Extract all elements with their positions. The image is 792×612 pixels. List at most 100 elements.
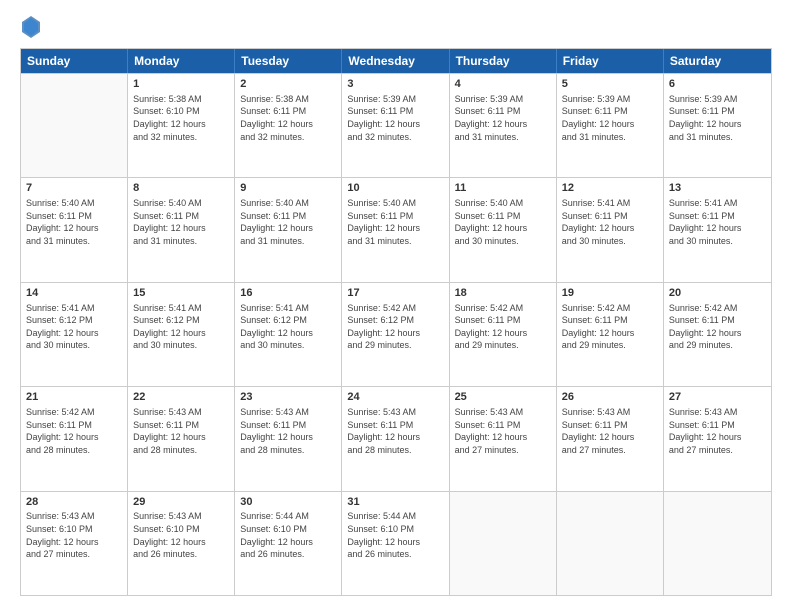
cal-cell-14: 14Sunrise: 5:41 AMSunset: 6:12 PMDayligh…	[21, 283, 128, 386]
day-number: 25	[455, 390, 551, 405]
cal-cell-15: 15Sunrise: 5:41 AMSunset: 6:12 PMDayligh…	[128, 283, 235, 386]
header-day-friday: Friday	[557, 49, 664, 73]
header-day-saturday: Saturday	[664, 49, 771, 73]
day-info: Sunrise: 5:41 AMSunset: 6:11 PMDaylight:…	[562, 197, 658, 247]
day-info: Sunrise: 5:43 AMSunset: 6:10 PMDaylight:…	[26, 510, 122, 560]
cal-cell-21: 21Sunrise: 5:42 AMSunset: 6:11 PMDayligh…	[21, 387, 128, 490]
cal-cell-7: 7Sunrise: 5:40 AMSunset: 6:11 PMDaylight…	[21, 178, 128, 281]
cal-cell-6: 6Sunrise: 5:39 AMSunset: 6:11 PMDaylight…	[664, 74, 771, 177]
cal-cell-2: 2Sunrise: 5:38 AMSunset: 6:11 PMDaylight…	[235, 74, 342, 177]
day-number: 30	[240, 495, 336, 510]
day-info: Sunrise: 5:42 AMSunset: 6:11 PMDaylight:…	[669, 302, 766, 352]
day-number: 21	[26, 390, 122, 405]
cal-cell-26: 26Sunrise: 5:43 AMSunset: 6:11 PMDayligh…	[557, 387, 664, 490]
week-row-4: 21Sunrise: 5:42 AMSunset: 6:11 PMDayligh…	[21, 386, 771, 490]
cal-cell-8: 8Sunrise: 5:40 AMSunset: 6:11 PMDaylight…	[128, 178, 235, 281]
cal-cell-13: 13Sunrise: 5:41 AMSunset: 6:11 PMDayligh…	[664, 178, 771, 281]
day-info: Sunrise: 5:39 AMSunset: 6:11 PMDaylight:…	[562, 93, 658, 143]
day-number: 13	[669, 181, 766, 196]
day-number: 19	[562, 286, 658, 301]
day-number: 11	[455, 181, 551, 196]
day-info: Sunrise: 5:43 AMSunset: 6:11 PMDaylight:…	[669, 406, 766, 456]
day-info: Sunrise: 5:41 AMSunset: 6:12 PMDaylight:…	[133, 302, 229, 352]
cal-cell-28: 28Sunrise: 5:43 AMSunset: 6:10 PMDayligh…	[21, 492, 128, 595]
day-info: Sunrise: 5:43 AMSunset: 6:10 PMDaylight:…	[133, 510, 229, 560]
week-row-2: 7Sunrise: 5:40 AMSunset: 6:11 PMDaylight…	[21, 177, 771, 281]
day-number: 26	[562, 390, 658, 405]
cal-cell-18: 18Sunrise: 5:42 AMSunset: 6:11 PMDayligh…	[450, 283, 557, 386]
week-row-3: 14Sunrise: 5:41 AMSunset: 6:12 PMDayligh…	[21, 282, 771, 386]
day-info: Sunrise: 5:38 AMSunset: 6:10 PMDaylight:…	[133, 93, 229, 143]
cal-cell-22: 22Sunrise: 5:43 AMSunset: 6:11 PMDayligh…	[128, 387, 235, 490]
cal-cell-4: 4Sunrise: 5:39 AMSunset: 6:11 PMDaylight…	[450, 74, 557, 177]
day-info: Sunrise: 5:38 AMSunset: 6:11 PMDaylight:…	[240, 93, 336, 143]
day-info: Sunrise: 5:44 AMSunset: 6:10 PMDaylight:…	[240, 510, 336, 560]
day-info: Sunrise: 5:39 AMSunset: 6:11 PMDaylight:…	[455, 93, 551, 143]
cal-cell-empty-0	[21, 74, 128, 177]
day-number: 20	[669, 286, 766, 301]
day-number: 3	[347, 77, 443, 92]
cal-cell-25: 25Sunrise: 5:43 AMSunset: 6:11 PMDayligh…	[450, 387, 557, 490]
day-number: 1	[133, 77, 229, 92]
day-number: 18	[455, 286, 551, 301]
day-number: 2	[240, 77, 336, 92]
day-info: Sunrise: 5:39 AMSunset: 6:11 PMDaylight:…	[347, 93, 443, 143]
day-info: Sunrise: 5:42 AMSunset: 6:11 PMDaylight:…	[26, 406, 122, 456]
day-info: Sunrise: 5:40 AMSunset: 6:11 PMDaylight:…	[133, 197, 229, 247]
day-number: 12	[562, 181, 658, 196]
day-number: 8	[133, 181, 229, 196]
day-number: 10	[347, 181, 443, 196]
header-day-thursday: Thursday	[450, 49, 557, 73]
cal-cell-30: 30Sunrise: 5:44 AMSunset: 6:10 PMDayligh…	[235, 492, 342, 595]
day-info: Sunrise: 5:40 AMSunset: 6:11 PMDaylight:…	[240, 197, 336, 247]
day-info: Sunrise: 5:43 AMSunset: 6:11 PMDaylight:…	[562, 406, 658, 456]
logo	[20, 16, 40, 38]
day-number: 22	[133, 390, 229, 405]
logo-icon	[22, 16, 40, 38]
page: SundayMondayTuesdayWednesdayThursdayFrid…	[0, 0, 792, 612]
week-row-1: 1Sunrise: 5:38 AMSunset: 6:10 PMDaylight…	[21, 73, 771, 177]
day-info: Sunrise: 5:41 AMSunset: 6:11 PMDaylight:…	[669, 197, 766, 247]
cal-cell-5: 5Sunrise: 5:39 AMSunset: 6:11 PMDaylight…	[557, 74, 664, 177]
day-number: 15	[133, 286, 229, 301]
day-info: Sunrise: 5:41 AMSunset: 6:12 PMDaylight:…	[240, 302, 336, 352]
day-info: Sunrise: 5:44 AMSunset: 6:10 PMDaylight:…	[347, 510, 443, 560]
day-number: 28	[26, 495, 122, 510]
calendar-body: 1Sunrise: 5:38 AMSunset: 6:10 PMDaylight…	[21, 73, 771, 595]
day-info: Sunrise: 5:42 AMSunset: 6:11 PMDaylight:…	[455, 302, 551, 352]
day-info: Sunrise: 5:43 AMSunset: 6:11 PMDaylight:…	[347, 406, 443, 456]
cal-cell-23: 23Sunrise: 5:43 AMSunset: 6:11 PMDayligh…	[235, 387, 342, 490]
cal-cell-10: 10Sunrise: 5:40 AMSunset: 6:11 PMDayligh…	[342, 178, 449, 281]
cal-cell-19: 19Sunrise: 5:42 AMSunset: 6:11 PMDayligh…	[557, 283, 664, 386]
day-number: 17	[347, 286, 443, 301]
cal-cell-24: 24Sunrise: 5:43 AMSunset: 6:11 PMDayligh…	[342, 387, 449, 490]
day-number: 24	[347, 390, 443, 405]
header-day-tuesday: Tuesday	[235, 49, 342, 73]
day-number: 5	[562, 77, 658, 92]
cal-cell-empty-5	[557, 492, 664, 595]
day-number: 7	[26, 181, 122, 196]
cal-cell-3: 3Sunrise: 5:39 AMSunset: 6:11 PMDaylight…	[342, 74, 449, 177]
day-info: Sunrise: 5:43 AMSunset: 6:11 PMDaylight:…	[133, 406, 229, 456]
day-number: 16	[240, 286, 336, 301]
day-info: Sunrise: 5:39 AMSunset: 6:11 PMDaylight:…	[669, 93, 766, 143]
day-info: Sunrise: 5:41 AMSunset: 6:12 PMDaylight:…	[26, 302, 122, 352]
day-info: Sunrise: 5:42 AMSunset: 6:12 PMDaylight:…	[347, 302, 443, 352]
week-row-5: 28Sunrise: 5:43 AMSunset: 6:10 PMDayligh…	[21, 491, 771, 595]
calendar-header: SundayMondayTuesdayWednesdayThursdayFrid…	[21, 49, 771, 73]
cal-cell-9: 9Sunrise: 5:40 AMSunset: 6:11 PMDaylight…	[235, 178, 342, 281]
cal-cell-empty-4	[450, 492, 557, 595]
day-number: 4	[455, 77, 551, 92]
day-number: 9	[240, 181, 336, 196]
header-day-monday: Monday	[128, 49, 235, 73]
header-day-wednesday: Wednesday	[342, 49, 449, 73]
day-number: 14	[26, 286, 122, 301]
cal-cell-1: 1Sunrise: 5:38 AMSunset: 6:10 PMDaylight…	[128, 74, 235, 177]
day-info: Sunrise: 5:40 AMSunset: 6:11 PMDaylight:…	[26, 197, 122, 247]
cal-cell-12: 12Sunrise: 5:41 AMSunset: 6:11 PMDayligh…	[557, 178, 664, 281]
cal-cell-20: 20Sunrise: 5:42 AMSunset: 6:11 PMDayligh…	[664, 283, 771, 386]
day-number: 31	[347, 495, 443, 510]
calendar: SundayMondayTuesdayWednesdayThursdayFrid…	[20, 48, 772, 596]
header-day-sunday: Sunday	[21, 49, 128, 73]
day-info: Sunrise: 5:42 AMSunset: 6:11 PMDaylight:…	[562, 302, 658, 352]
